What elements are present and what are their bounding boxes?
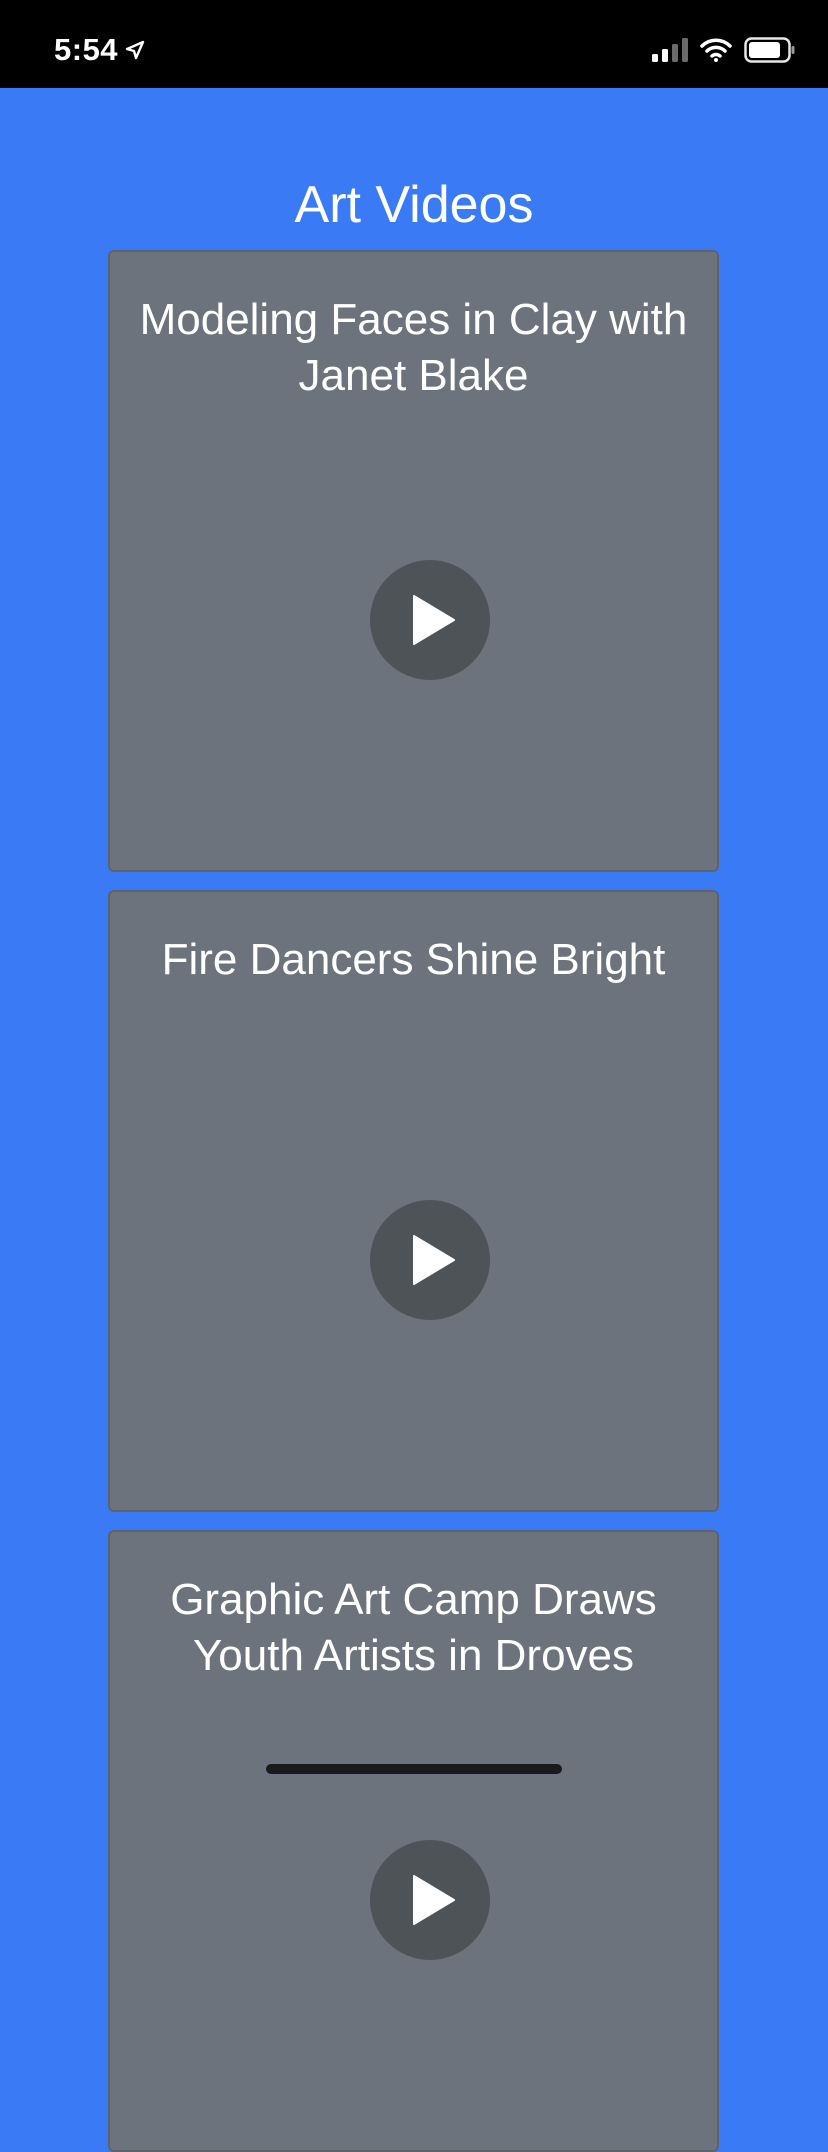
status-time-group: 5:54 <box>54 30 146 70</box>
wifi-icon <box>700 38 732 62</box>
home-indicator[interactable] <box>266 1764 562 1774</box>
battery-icon <box>744 37 796 63</box>
cellular-signal-icon <box>652 38 688 62</box>
video-card[interactable]: Fire Dancers Shine Bright <box>108 890 719 1512</box>
video-title: Fire Dancers Shine Bright <box>161 935 666 984</box>
play-icon <box>404 594 456 646</box>
play-icon <box>404 1234 456 1286</box>
play-button[interactable] <box>370 560 490 680</box>
play-icon <box>404 1874 456 1926</box>
page-title: Art Videos <box>294 175 534 234</box>
video-card[interactable]: Graphic Art Camp Draws Youth Artists in … <box>108 1530 719 2152</box>
status-icons <box>652 36 796 64</box>
location-arrow-icon <box>124 39 146 61</box>
video-title: Graphic Art Camp Draws Youth Artists in … <box>170 1575 657 1680</box>
play-button[interactable] <box>370 1840 490 1960</box>
status-bar: 5:54 <box>0 0 828 88</box>
status-time: 5:54 <box>54 32 119 67</box>
play-button[interactable] <box>370 1200 490 1320</box>
video-card[interactable]: Modeling Faces in Clay with Janet Blake <box>108 250 719 872</box>
video-title: Modeling Faces in Clay with Janet Blake <box>139 295 688 400</box>
